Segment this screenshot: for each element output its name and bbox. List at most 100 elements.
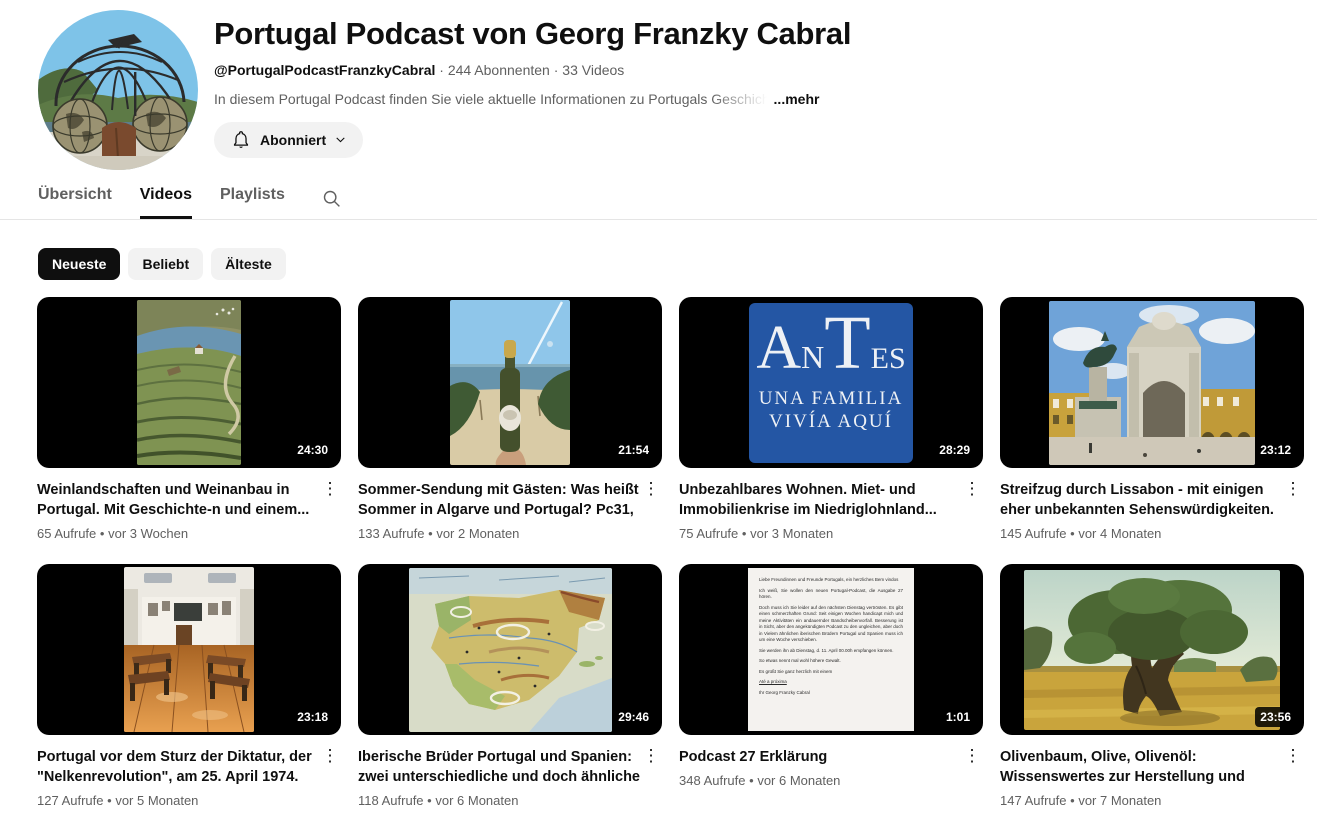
kebab-menu-icon[interactable]: ⋮ (640, 747, 662, 787)
subscribed-button[interactable]: Abonniert (214, 122, 363, 158)
kebab-menu-icon[interactable]: ⋮ (961, 747, 983, 767)
search-icon (321, 188, 342, 209)
tab-uebersicht[interactable]: Übersicht (38, 186, 112, 219)
chip-neueste[interactable]: Neueste (38, 248, 120, 280)
antes-logo-image: ANTES UNA FAMILIA VIVÍA AQUÍ (749, 303, 913, 463)
champagne-beach-photo (450, 300, 570, 465)
video-card: 21:54 Sommer-Sendung mit Gästen: Was hei… (358, 297, 662, 541)
duration-badge: 21:54 (613, 440, 654, 460)
duration-badge: 23:18 (292, 707, 333, 727)
tab-videos[interactable]: Videos (140, 186, 192, 219)
subscriber-count: 244 Abonnenten (448, 62, 550, 78)
search-button[interactable] (321, 188, 342, 219)
upload-age: vor 3 Wochen (108, 526, 188, 541)
video-title[interactable]: Unbezahlbares Wohnen. Miet- und Immobili… (679, 480, 961, 520)
letter-line: Sie werden ihn ab Dienstag, d. 11. April… (759, 648, 903, 655)
video-title[interactable]: Podcast 27 Erklärung (679, 747, 961, 767)
letter-line: So etwas nennt mal wohl höhere Gewalt. (759, 658, 903, 665)
view-count: 145 Aufrufe (1000, 526, 1067, 541)
upload-age: vor 2 Monaten (436, 526, 519, 541)
channel-info: Portugal Podcast von Georg Franzky Cabra… (214, 10, 851, 170)
channel-title: Portugal Podcast von Georg Franzky Cabra… (214, 16, 851, 52)
view-count: 348 Aufrufe (679, 773, 746, 788)
more-link[interactable]: ...mehr (774, 91, 820, 107)
video-meta: 348 Aufrufe • vor 6 Monaten (679, 773, 983, 788)
kebab-menu-icon[interactable]: ⋮ (1282, 747, 1304, 787)
antes-letter: A (756, 317, 801, 379)
kebab-menu-icon[interactable]: ⋮ (1282, 480, 1304, 520)
letter-line: Liebe Freundinnen und Freunde Portugals,… (759, 577, 903, 584)
duration-badge: 28:29 (934, 440, 975, 460)
upload-age: vor 3 Monaten (750, 526, 833, 541)
video-grid: 24:30 Weinlandschaften und Weinanbau in … (37, 297, 1304, 808)
video-meta: 127 Aufrufe • vor 5 Monaten (37, 793, 341, 808)
antes-letter: T (824, 305, 870, 381)
meta-separator: • (1070, 793, 1075, 808)
video-thumbnail-olive-tree[interactable]: 23:56 (1000, 564, 1304, 735)
channel-avatar[interactable] (38, 10, 198, 170)
upload-age: vor 6 Monaten (435, 793, 518, 808)
bell-icon (230, 129, 252, 151)
duration-badge: 1:01 (941, 707, 975, 727)
meta-separator: • (742, 526, 747, 541)
upload-age: vor 4 Monaten (1078, 526, 1161, 541)
video-thumbnail-douro-vineyards[interactable]: 24:30 (37, 297, 341, 468)
antes-letter: N (801, 341, 824, 373)
channel-description[interactable]: In diesem Portugal Podcast finden Sie vi… (214, 91, 851, 107)
video-meta: 133 Aufrufe • vor 2 Monaten (358, 526, 662, 541)
video-title[interactable]: Weinlandschaften und Weinanbau in Portug… (37, 480, 319, 520)
description-text: In diesem Portugal Podcast finden Sie vi… (214, 91, 711, 107)
view-count: 75 Aufrufe (679, 526, 738, 541)
antes-caption-line: VIVÍA AQUÍ (769, 410, 893, 434)
meta-separator: • (1070, 526, 1075, 541)
video-thumbnail-classroom[interactable]: 23:18 (37, 564, 341, 735)
iberian-peninsula-map (409, 568, 612, 732)
channel-header: Portugal Podcast von Georg Franzky Cabra… (0, 0, 1317, 170)
letter-line: Até a próxima (759, 679, 903, 686)
video-title[interactable]: Iberische Brüder Portugal und Spanien: z… (358, 747, 640, 787)
kebab-menu-icon[interactable]: ⋮ (319, 747, 341, 787)
video-thumbnail-lisbon-arch[interactable]: 23:12 (1000, 297, 1304, 468)
video-title[interactable]: Streifzug durch Lissabon - mit einigen e… (1000, 480, 1282, 520)
antes-caption-line: UNA FAMILIA (759, 387, 904, 411)
video-card: Liebe Freundinnen und Freunde Portugals,… (679, 564, 983, 808)
video-card: 23:18 Portugal vor dem Sturz der Diktatu… (37, 564, 341, 808)
meta-separator: • (427, 793, 432, 808)
view-count: 147 Aufrufe (1000, 793, 1067, 808)
video-meta: 65 Aufrufe • vor 3 Wochen (37, 526, 341, 541)
video-title[interactable]: Portugal vor dem Sturz der Diktatur, der… (37, 747, 319, 787)
kebab-menu-icon[interactable]: ⋮ (640, 480, 662, 520)
video-thumbnail-iberia-map[interactable]: 29:46 (358, 564, 662, 735)
lisbon-square-photo (1049, 301, 1255, 465)
video-thumbnail-champagne-beach[interactable]: 21:54 (358, 297, 662, 468)
video-thumbnail-letter-page[interactable]: Liebe Freundinnen und Freunde Portugals,… (679, 564, 983, 735)
chip-beliebt[interactable]: Beliebt (128, 248, 203, 280)
chip-aelteste[interactable]: Älteste (211, 248, 286, 280)
douro-valley-photo (137, 300, 241, 465)
kebab-menu-icon[interactable]: ⋮ (961, 480, 983, 520)
view-count: 65 Aufrufe (37, 526, 96, 541)
channel-stats: @PortugalPodcastFranzkyCabral · 244 Abon… (214, 62, 851, 78)
kebab-menu-icon[interactable]: ⋮ (319, 480, 341, 520)
video-card: 23:12 Streifzug durch Lissabon - mit ein… (1000, 297, 1304, 541)
tab-playlists[interactable]: Playlists (220, 186, 285, 219)
view-count: 133 Aufrufe (358, 526, 425, 541)
duration-badge: 24:30 (292, 440, 333, 460)
meta-separator: • (100, 526, 105, 541)
video-meta: 147 Aufrufe • vor 7 Monaten (1000, 793, 1304, 808)
filter-chips: Neueste Beliebt Älteste (38, 248, 1317, 280)
letter-line: Ich weiß, Sie wollen den neuen Portugal-… (759, 588, 903, 601)
video-title[interactable]: Olivenbaum, Olive, Olivenöl: Wissenswert… (1000, 747, 1282, 787)
letter-document-image: Liebe Freundinnen und Freunde Portugals,… (748, 568, 914, 731)
description-fade-text: Geschich (711, 91, 769, 107)
video-title[interactable]: Sommer-Sendung mit Gästen: Was heißt Som… (358, 480, 640, 520)
globe-monument-photo (38, 10, 198, 170)
meta-separator: • (749, 773, 754, 788)
video-thumbnail-antes-logo[interactable]: ANTES UNA FAMILIA VIVÍA AQUÍ 28:29 (679, 297, 983, 468)
letter-line: Doch muss ich Sie leider auf den nächste… (759, 605, 903, 644)
video-count: 33 Videos (562, 62, 624, 78)
channel-tabs: Übersicht Videos Playlists (0, 170, 1317, 220)
antes-letter: ES (871, 344, 906, 374)
video-card: ANTES UNA FAMILIA VIVÍA AQUÍ 28:29 Unbez… (679, 297, 983, 541)
classroom-photo (124, 567, 254, 732)
